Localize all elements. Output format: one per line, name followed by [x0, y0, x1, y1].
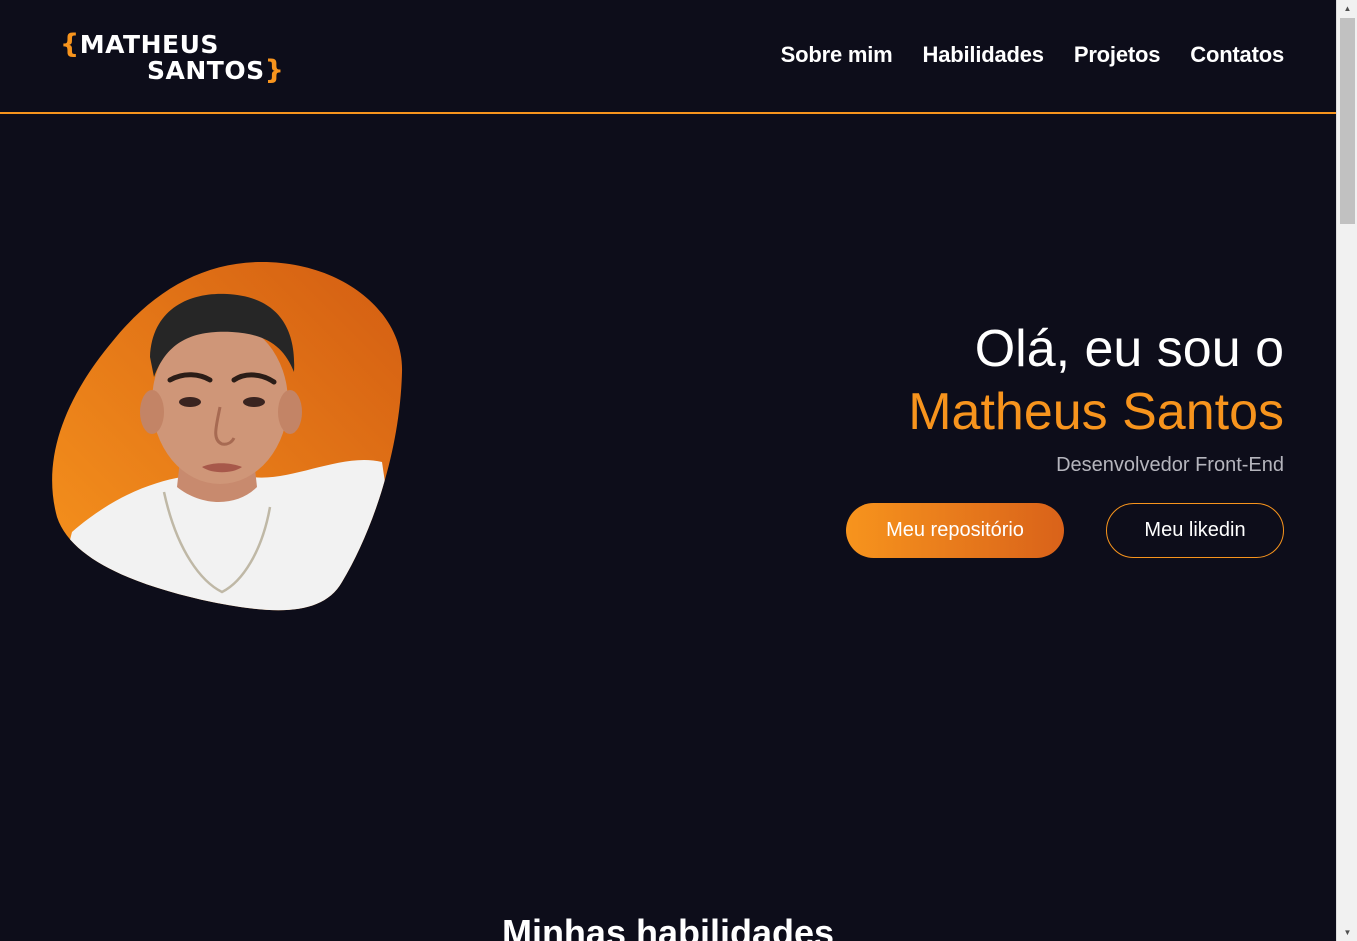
logo-first-name: MATHEUS — [79, 30, 219, 59]
profile-blob-image — [52, 262, 403, 611]
logo-line2: SANTOS} — [147, 55, 285, 86]
logo-last-name: SANTOS — [147, 56, 265, 85]
hero-intro: Olá, eu sou o Matheus Santos Desenvolved… — [908, 318, 1284, 477]
hero-role: Desenvolvedor Front-End — [1056, 454, 1284, 476]
repository-button[interactable]: Meu repositório — [846, 503, 1064, 558]
linkedin-button[interactable]: Meu likedin — [1106, 503, 1284, 558]
main-nav: Sobre mim Habilidades Projetos Contatos — [781, 42, 1285, 68]
scrollbar-thumb[interactable] — [1340, 18, 1355, 224]
logo-open-brace: { — [60, 29, 80, 60]
nav-link-projetos[interactable]: Projetos — [1074, 42, 1161, 68]
site-header: {MATHEUS SANTOS} Sobre mim Habilidades P… — [0, 0, 1336, 114]
logo-line1: {MATHEUS — [60, 29, 219, 60]
scroll-down-arrow-icon[interactable]: ▼ — [1337, 924, 1357, 941]
logo-close-brace: } — [264, 55, 285, 86]
page-scrollbar[interactable]: ▲ ▼ — [1336, 0, 1357, 941]
logo[interactable]: {MATHEUS SANTOS} — [60, 30, 300, 86]
nav-link-habilidades[interactable]: Habilidades — [923, 42, 1044, 68]
nav-link-sobre-mim[interactable]: Sobre mim — [781, 42, 893, 68]
scroll-up-arrow-icon[interactable]: ▲ — [1337, 0, 1357, 17]
hero-buttons: Meu repositório Meu likedin — [846, 503, 1284, 558]
skills-section-title: Minhas habilidades — [501, 912, 835, 941]
nav-link-contatos[interactable]: Contatos — [1190, 42, 1284, 68]
page: {MATHEUS SANTOS} Sobre mim Habilidades P… — [0, 0, 1336, 941]
hero-greeting: Olá, eu sou o — [974, 320, 1284, 378]
profile-photo — [52, 262, 404, 612]
hero-name: Matheus Santos — [908, 383, 1284, 441]
